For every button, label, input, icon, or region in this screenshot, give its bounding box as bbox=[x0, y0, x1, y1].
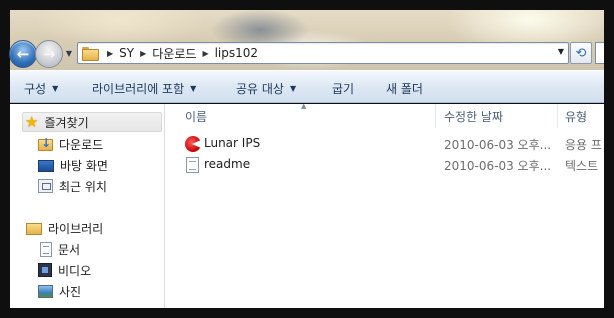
recent-places-icon bbox=[38, 179, 53, 193]
organize-label: 구성 bbox=[24, 82, 47, 96]
nav-label: 문서 bbox=[58, 242, 81, 257]
breadcrumb-arrow-icon[interactable]: ▶ bbox=[140, 49, 146, 58]
nav-label: 비디오 bbox=[58, 263, 92, 278]
sort-ascending-icon: ▲ bbox=[301, 104, 307, 110]
address-bar[interactable]: ▶ SY ▶ 다운로드 ▶ lips102 ▼ bbox=[77, 42, 569, 64]
command-bar: 구성 ▼ 라이브러리에 포함 ▼ 공유 대상 ▼ 굽기 새 폴더 bbox=[10, 70, 604, 103]
column-divider[interactable] bbox=[557, 104, 558, 128]
chevron-down-icon: ▼ bbox=[190, 84, 197, 93]
back-button[interactable]: ← bbox=[9, 40, 37, 68]
new-folder-label: 새 폴더 bbox=[386, 82, 423, 96]
nav-label: 사진 bbox=[59, 284, 82, 299]
nav-item-desktop[interactable]: 바탕 화면 bbox=[38, 155, 108, 175]
include-in-library-menu[interactable]: 라이브러리에 포함 ▼ bbox=[92, 80, 196, 97]
desktop-icon bbox=[38, 159, 54, 172]
nav-item-libraries[interactable]: 라이브러리 bbox=[26, 218, 103, 238]
documents-icon bbox=[40, 241, 52, 257]
file-list: ▲ 이름 수정한 날짜 유형 Lunar IPS 2010-06-03 오후..… bbox=[165, 104, 604, 308]
nav-item-downloads[interactable]: 다운로드 bbox=[38, 134, 103, 154]
pictures-icon bbox=[38, 284, 53, 298]
file-type: 응용 프 bbox=[565, 138, 602, 152]
column-label: 이름 bbox=[185, 109, 208, 124]
file-type: 텍스트 bbox=[565, 159, 599, 173]
file-date: 2010-06-03 오후... bbox=[444, 138, 552, 152]
star-icon: ★ bbox=[25, 113, 39, 131]
forward-button[interactable]: → bbox=[35, 40, 63, 68]
column-header-name[interactable]: 이름 bbox=[185, 104, 207, 128]
new-folder-button[interactable]: 새 폴더 bbox=[386, 80, 423, 97]
breadcrumb-item[interactable]: 다운로드 bbox=[152, 45, 196, 62]
nav-label: 라이브러리 bbox=[48, 221, 104, 236]
file-row[interactable]: readme 2010-06-03 오후... 텍스트 bbox=[165, 155, 604, 175]
text-file-icon bbox=[186, 157, 199, 173]
file-row[interactable]: Lunar IPS 2010-06-03 오후... 응용 프 bbox=[165, 134, 604, 154]
chevron-down-icon: ▼ bbox=[52, 84, 59, 93]
organize-menu[interactable]: 구성 ▼ bbox=[24, 80, 58, 97]
column-divider[interactable] bbox=[435, 104, 436, 128]
address-dropdown-icon[interactable]: ▼ bbox=[558, 47, 564, 56]
nav-item-favorites[interactable]: ★ 즐겨찾기 bbox=[22, 112, 162, 132]
share-with-label: 공유 대상 bbox=[236, 82, 284, 96]
search-input[interactable] bbox=[595, 42, 604, 64]
navigation-pane: ★ 즐겨찾기 다운로드 바탕 화면 최근 위치 라이브러리 문서 비디오 사진 … bbox=[10, 104, 165, 308]
nav-label: 최근 위치 bbox=[59, 179, 107, 194]
refresh-icon: ⟲ bbox=[575, 45, 587, 61]
file-name: Lunar IPS bbox=[204, 136, 261, 150]
chevron-down-icon: ▼ bbox=[65, 48, 73, 58]
breadcrumb-arrow-icon[interactable]: ▶ bbox=[202, 49, 208, 58]
recent-pages-button[interactable]: ▼ bbox=[64, 47, 74, 59]
refresh-button[interactable]: ⟲ bbox=[570, 42, 592, 64]
breadcrumb-item[interactable]: lips102 bbox=[215, 46, 258, 60]
folder-icon bbox=[82, 47, 99, 61]
column-label: 유형 bbox=[565, 109, 588, 124]
column-header-type[interactable]: 유형 bbox=[565, 104, 587, 128]
nav-label: 바탕 화면 bbox=[60, 158, 108, 173]
burn-label: 굽기 bbox=[332, 82, 355, 96]
video-icon bbox=[38, 263, 52, 277]
nav-item-pictures[interactable]: 사진 bbox=[38, 281, 81, 301]
downloads-folder-icon bbox=[38, 136, 53, 151]
libraries-icon bbox=[26, 223, 42, 235]
back-arrow-icon: ← bbox=[16, 45, 30, 63]
nav-item-recent-places[interactable]: 최근 위치 bbox=[38, 176, 107, 196]
breadcrumb-item[interactable]: SY bbox=[119, 46, 134, 60]
window-bottom-border bbox=[10, 308, 604, 318]
include-library-label: 라이브러리에 포함 bbox=[92, 82, 185, 96]
chevron-down-icon: ▼ bbox=[289, 84, 297, 93]
column-label: 수정한 날짜 bbox=[444, 109, 504, 124]
forward-arrow-icon: → bbox=[42, 45, 56, 63]
nav-label: 다운로드 bbox=[59, 137, 104, 152]
lunar-ips-icon bbox=[185, 136, 201, 152]
burn-button[interactable]: 굽기 bbox=[332, 80, 354, 97]
nav-item-documents[interactable]: 문서 bbox=[38, 239, 80, 259]
file-date: 2010-06-03 오후... bbox=[444, 159, 552, 173]
column-header-date-modified[interactable]: 수정한 날짜 bbox=[444, 104, 503, 128]
share-with-menu[interactable]: 공유 대상 ▼ bbox=[236, 80, 296, 97]
nav-label: 즐겨찾기 bbox=[44, 115, 89, 130]
file-name: readme bbox=[204, 157, 251, 171]
breadcrumb-arrow-icon[interactable]: ▶ bbox=[107, 49, 113, 58]
nav-item-videos[interactable]: 비디오 bbox=[38, 260, 91, 280]
